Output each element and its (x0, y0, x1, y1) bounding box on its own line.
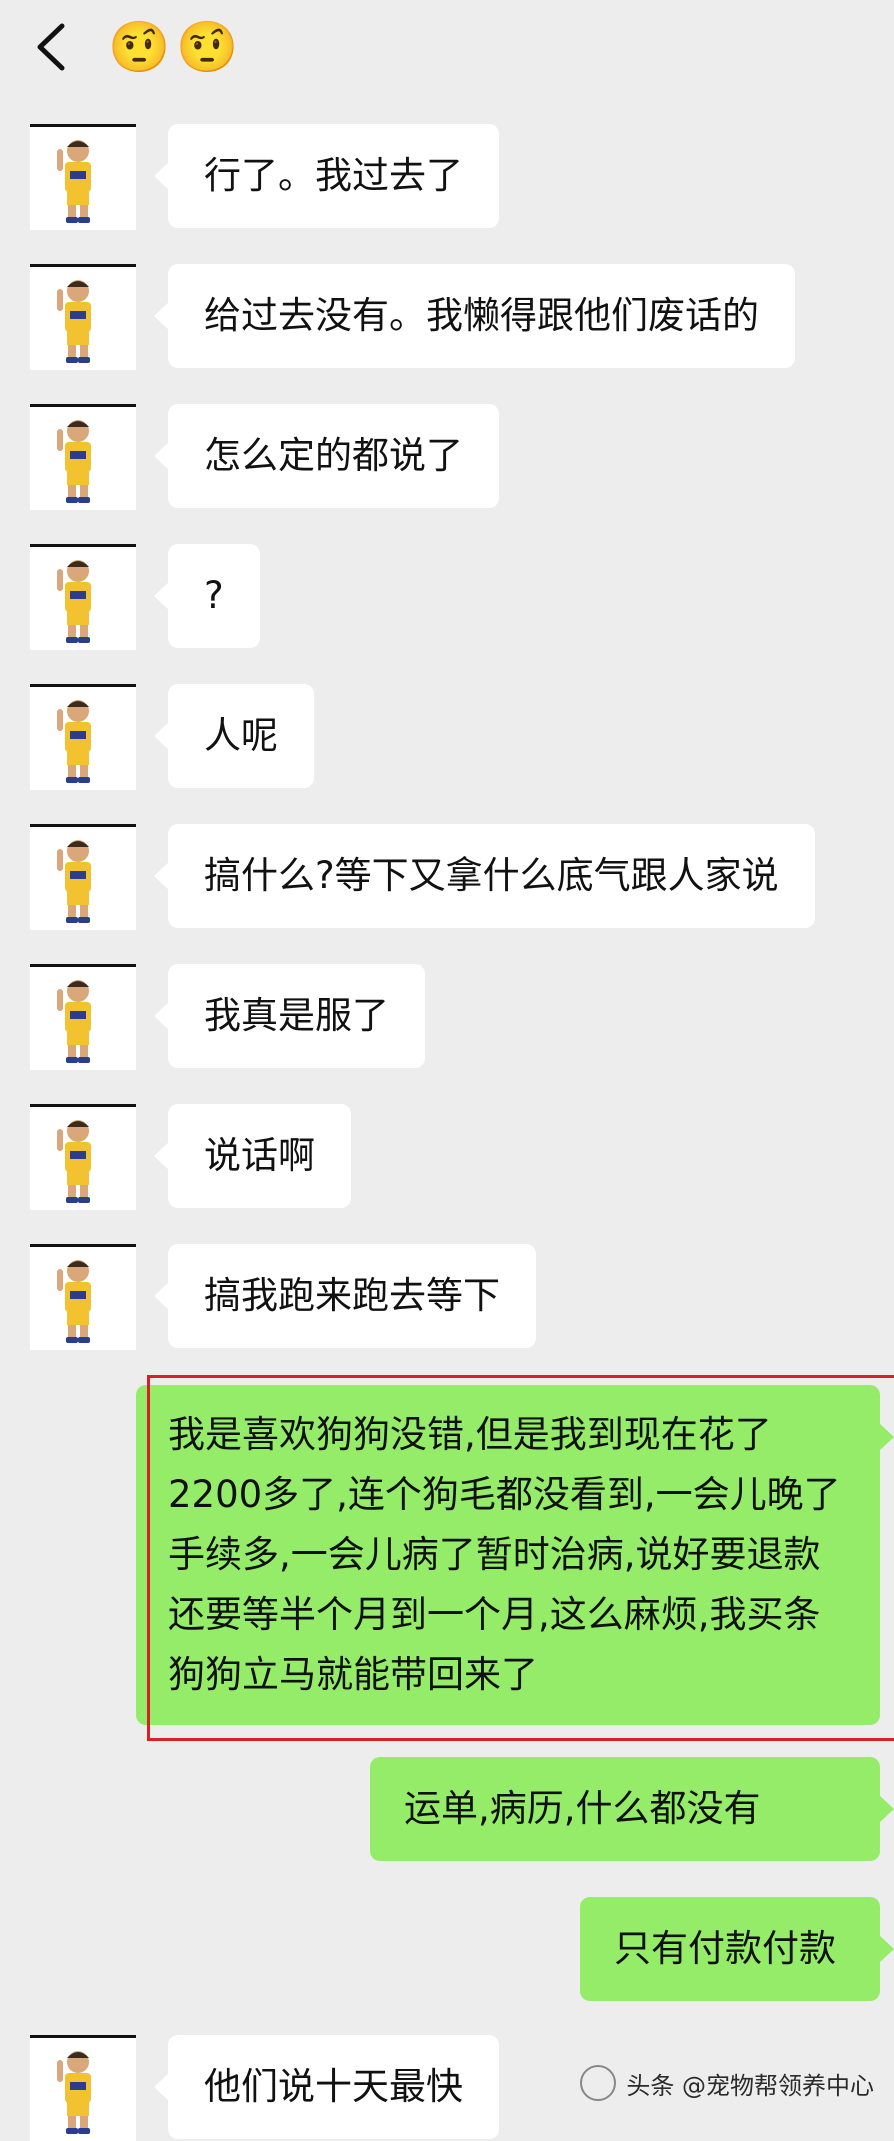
highlight-box (147, 1375, 894, 1741)
watermark-text: 头条 @宠物帮领养中心 (626, 2071, 874, 2100)
chevron-left-icon[interactable] (32, 22, 72, 72)
avatar[interactable] (30, 1104, 136, 1210)
avatar[interactable] (30, 964, 136, 1070)
message-bubble[interactable]: 只有付款付款 (580, 1897, 894, 2001)
avatar[interactable] (30, 1244, 136, 1350)
avatar[interactable] (30, 2035, 136, 2141)
message-bubble[interactable]: ? (154, 544, 260, 648)
message-bubble[interactable]: 说话啊 (154, 1104, 351, 1208)
avatar[interactable] (30, 684, 136, 790)
watermark-logo-icon (580, 2065, 617, 2101)
avatar[interactable] (30, 124, 136, 230)
message-bubble[interactable]: 运单,病历,什么都没有 (370, 1757, 894, 1861)
avatar[interactable] (30, 264, 136, 370)
raised-eyebrow-emoji-icon: 🤨 (108, 18, 171, 76)
message-bubble[interactable]: 怎么定的都说了 (154, 404, 499, 508)
message-bubble[interactable]: 搞什么?等下又拿什么底气跟人家说 (154, 824, 815, 928)
chat-header: 🤨 🤨 (0, 0, 894, 110)
message-bubble[interactable]: 人呢 (154, 684, 314, 788)
avatar[interactable] (30, 544, 136, 650)
avatar[interactable] (30, 404, 136, 510)
message-bubble[interactable]: 他们说十天最快 (154, 2035, 499, 2139)
avatar[interactable] (30, 824, 136, 930)
message-bubble[interactable]: 给过去没有。我懒得跟他们废话的 (154, 264, 795, 368)
message-bubble[interactable]: 我真是服了 (154, 964, 425, 1068)
message-bubble[interactable]: 行了。我过去了 (154, 124, 499, 228)
raised-eyebrow-emoji-icon: 🤨 (176, 18, 239, 76)
watermark: 头条 @宠物帮领养中心 (580, 2053, 894, 2113)
message-bubble[interactable]: 搞我跑来跑去等下 (154, 1244, 536, 1348)
